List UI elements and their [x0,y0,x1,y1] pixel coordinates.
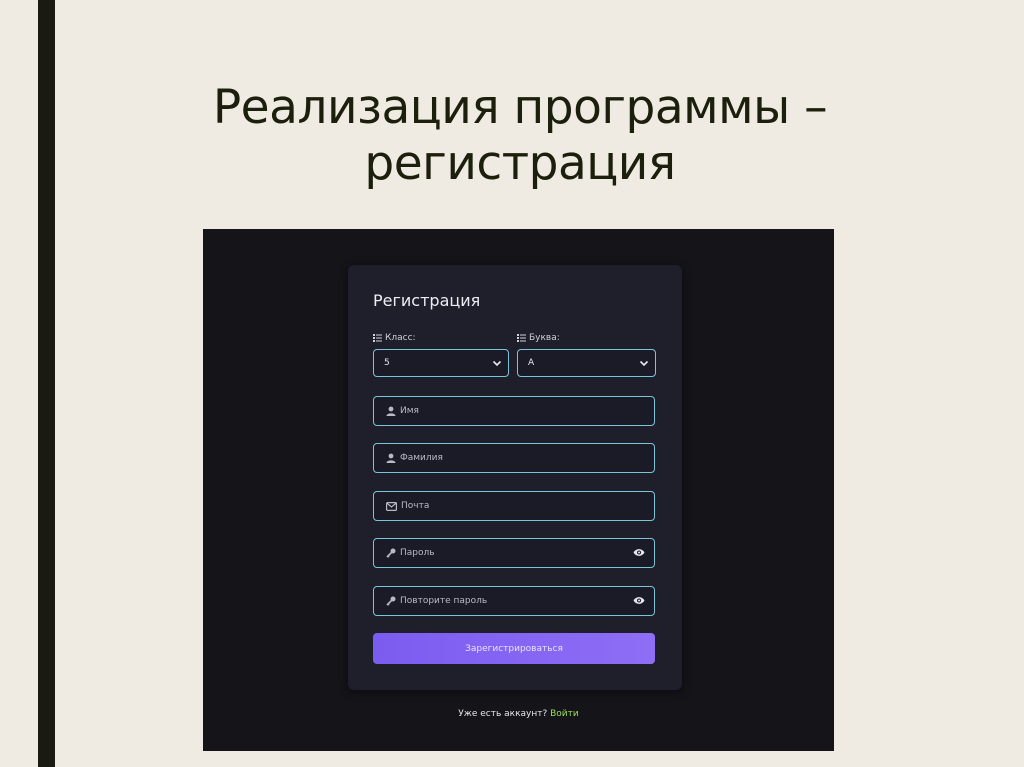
register-button[interactable]: Зарегистрироваться [373,633,655,664]
name-input[interactable]: Имя [373,396,655,426]
list-icon [373,334,382,342]
class-label: Класс: [373,333,416,343]
surname-placeholder: Фамилия [400,453,443,463]
letter-label-text: Буква: [529,333,560,343]
form-title: Регистрация [373,291,481,310]
user-icon [386,406,396,416]
class-select[interactable]: 5 [373,349,509,377]
surname-input[interactable]: Фамилия [373,443,655,473]
login-prompt: Уже есть аккаунт? Войти [203,709,834,719]
mail-icon [386,501,397,511]
key-icon [386,548,396,558]
letter-select[interactable]: А [517,349,656,377]
key-icon [386,596,396,606]
name-placeholder: Имя [400,406,419,416]
password-input[interactable]: Пароль [373,538,655,568]
password-repeat-placeholder: Повторите пароль [400,596,488,606]
slide-left-bar [38,0,55,767]
list-icon [517,334,526,342]
eye-icon[interactable] [633,596,645,605]
slide-title: Реализация программы – регистрация [60,80,980,192]
eye-icon[interactable] [633,548,645,557]
email-placeholder: Почта [401,501,430,511]
app-screenshot: Регистрация Класс: 5 Буква: А Имя Фамили… [203,229,834,751]
letter-select-value: А [528,358,535,368]
login-prompt-text: Уже есть аккаунт? [458,709,548,719]
slide-title-line-1: Реализация программы – [212,80,828,135]
class-label-text: Класс: [385,333,416,343]
chevron-down-icon [492,360,502,367]
registration-card: Регистрация Класс: 5 Буква: А Имя Фамили… [348,265,682,690]
class-select-value: 5 [384,358,390,368]
password-placeholder: Пароль [400,548,435,558]
letter-label: Буква: [517,333,560,343]
user-icon [386,453,396,463]
password-repeat-input[interactable]: Повторите пароль [373,586,655,616]
login-link[interactable]: Войти [550,709,579,719]
slide-title-line-2: регистрация [364,136,676,191]
chevron-down-icon [639,360,649,367]
email-input[interactable]: Почта [373,491,655,521]
register-button-label: Зарегистрироваться [465,643,563,654]
